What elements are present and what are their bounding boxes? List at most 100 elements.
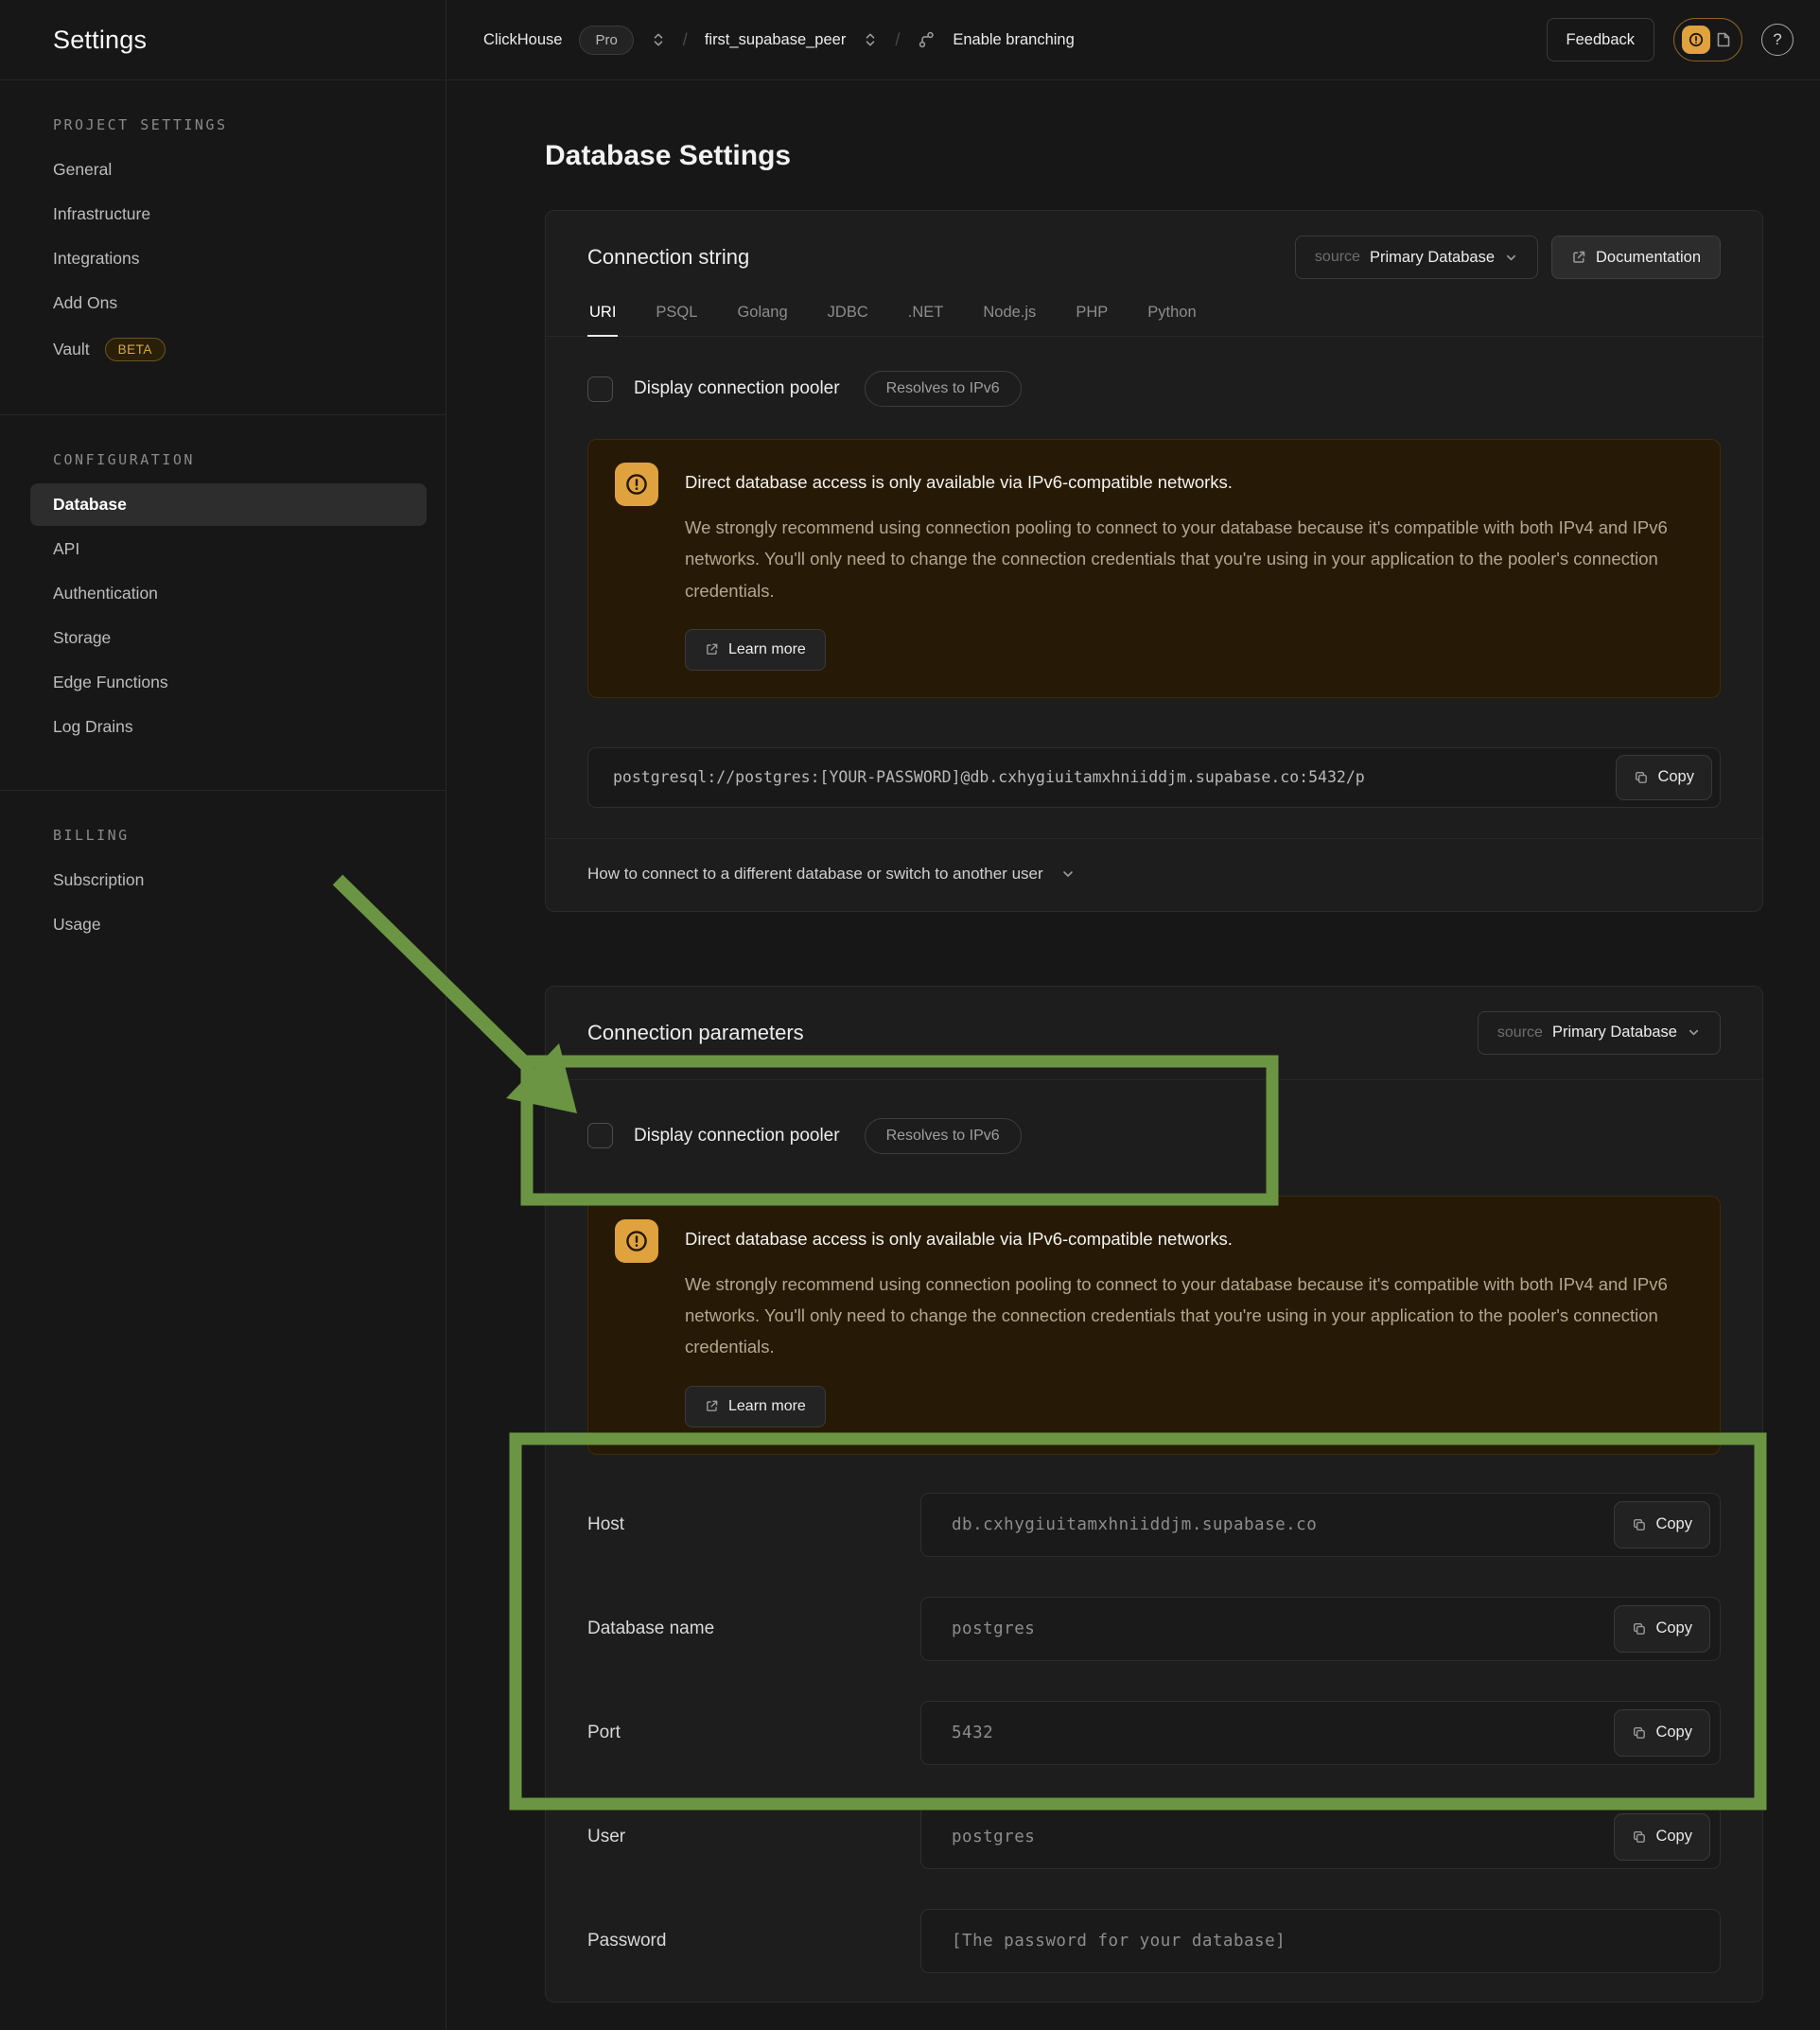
sidebar-item-database[interactable]: Database [30,483,427,526]
copy-host-button[interactable]: Copy [1614,1501,1710,1549]
chevron-down-icon [1504,251,1518,265]
source-select[interactable]: source Primary Database [1295,236,1538,279]
tab-psql[interactable]: PSQL [654,294,699,336]
resolves-to-ipv6-badge: Resolves to IPv6 [865,1118,1022,1154]
chevrons-up-down-icon[interactable] [863,32,878,47]
pooler-row: Display connection pooler Resolves to IP… [546,1080,1762,1154]
warning-body: We strongly recommend using connection p… [685,512,1693,606]
sidebar-item-log-drains[interactable]: Log Drains [30,706,427,748]
host-value: db.cxhygiuitamxhniiddjm.supabase.co [952,1515,1317,1534]
sidebar-header: Settings [0,0,446,80]
external-link-icon [705,1399,719,1413]
section-label-project-settings: PROJECT SETTINGS [30,116,427,133]
password-label: Password [587,1931,920,1951]
password-placeholder: [The password for your database] [952,1932,1286,1951]
source-select-prefix: source [1497,1024,1543,1041]
ipv6-warning: Direct database access is only available… [587,1196,1721,1455]
copy-port-button[interactable]: Copy [1614,1709,1710,1757]
password-field[interactable]: [The password for your database] [920,1909,1721,1973]
host-field[interactable]: db.cxhygiuitamxhniiddjm.supabase.co Copy [920,1493,1721,1557]
copy-connection-string-button[interactable]: Copy [1616,755,1712,800]
tab-dotnet[interactable]: .NET [906,294,946,336]
param-row-port: Port 5432 Copy [587,1701,1721,1765]
tab-jdbc[interactable]: JDBC [826,294,870,336]
port-value: 5432 [952,1724,993,1742]
warning-title: Direct database access is only available… [685,1229,1693,1250]
external-link-icon [1571,250,1586,265]
user-value: postgres [952,1828,1035,1846]
port-label: Port [587,1723,920,1743]
pooler-label: Display connection pooler [634,1126,840,1146]
sidebar-item-add-ons[interactable]: Add Ons [30,282,427,324]
topbar: ClickHouse Pro / first_supabase_peer / E… [447,0,1820,80]
breadcrumb-separator: / [683,30,688,50]
param-row-host: Host db.cxhygiuitamxhniiddjm.supabase.co… [587,1493,1721,1557]
git-branch-icon [917,30,936,49]
source-select[interactable]: source Primary Database [1478,1011,1721,1055]
breadcrumb-org[interactable]: ClickHouse [483,31,562,49]
sidebar-item-usage[interactable]: Usage [30,903,427,946]
tab-python[interactable]: Python [1146,294,1198,336]
chevron-down-icon [1060,866,1076,882]
warning-title: Direct database access is only available… [685,472,1693,493]
feedback-button[interactable]: Feedback [1547,18,1654,61]
host-label: Host [587,1514,920,1535]
sidebar-item-integrations[interactable]: Integrations [30,237,427,280]
user-field[interactable]: postgres Copy [920,1805,1721,1869]
plan-badge: Pro [579,26,633,55]
copy-icon [1634,770,1649,785]
user-label: User [587,1827,920,1847]
enable-branching-button[interactable]: Enable branching [953,31,1074,49]
chevron-down-icon [1687,1025,1701,1040]
screen: Settings PROJECT SETTINGS General Infras… [0,0,1820,2030]
display-connection-pooler-checkbox[interactable] [587,1123,613,1148]
source-select-prefix: source [1315,249,1360,266]
connection-string-card: Connection string source Primary Databas… [545,210,1763,912]
port-field[interactable]: 5432 Copy [920,1701,1721,1765]
help-icon[interactable]: ? [1761,24,1794,56]
file-icon [1713,29,1734,50]
sidebar-item-general[interactable]: General [30,149,427,191]
tab-php[interactable]: PHP [1074,294,1110,336]
learn-more-button[interactable]: Learn more [685,1386,826,1427]
documentation-button[interactable]: Documentation [1551,236,1721,279]
database-name-field[interactable]: postgres Copy [920,1597,1721,1661]
connection-string-field[interactable]: postgresql://postgres:[YOUR-PASSWORD]@db… [587,747,1721,808]
section-label-billing: BILLING [30,827,427,844]
sidebar: Settings PROJECT SETTINGS General Infras… [0,0,446,2030]
pooler-row: Display connection pooler Resolves to IP… [546,337,1762,407]
param-row-database-name: Database name postgres Copy [587,1597,1721,1661]
sidebar-section-billing: BILLING Subscription Usage [0,791,446,988]
sidebar-item-subscription[interactable]: Subscription [30,859,427,901]
database-name-label: Database name [587,1619,920,1639]
chevrons-up-down-icon[interactable] [651,32,666,47]
tab-uri[interactable]: URI [587,294,618,337]
breadcrumb-project[interactable]: first_supabase_peer [705,31,847,49]
source-select-value: Primary Database [1552,1024,1677,1041]
sidebar-item-infrastructure[interactable]: Infrastructure [30,193,427,236]
learn-more-button[interactable]: Learn more [685,629,826,671]
sidebar-item-edge-functions[interactable]: Edge Functions [30,661,427,704]
copy-icon [1632,1829,1647,1845]
alert-icon [615,1219,658,1263]
copy-user-button[interactable]: Copy [1614,1813,1710,1861]
sidebar-item-vault-label: Vault [53,340,90,359]
tab-golang[interactable]: Golang [735,294,789,336]
copy-icon [1632,1621,1647,1636]
tab-nodejs[interactable]: Node.js [981,294,1038,336]
sidebar-item-authentication[interactable]: Authentication [30,572,427,615]
copy-database-name-button[interactable]: Copy [1614,1605,1710,1653]
connect-help-disclosure[interactable]: How to connect to a different database o… [546,838,1762,911]
notification-badge[interactable] [1673,18,1742,61]
source-select-value: Primary Database [1370,249,1495,267]
main-content: Database Settings Connection string sour… [447,81,1820,2030]
copy-icon [1632,1725,1647,1741]
sidebar-item-storage[interactable]: Storage [30,617,427,659]
param-row-user: User postgres Copy [587,1805,1721,1869]
sidebar-item-api[interactable]: API [30,528,427,570]
page-title: Database Settings [545,140,1763,172]
resolves-to-ipv6-badge: Resolves to IPv6 [865,371,1022,407]
sidebar-item-vault[interactable]: Vault BETA [30,326,427,373]
external-link-icon [705,642,719,656]
display-connection-pooler-checkbox[interactable] [587,376,613,402]
